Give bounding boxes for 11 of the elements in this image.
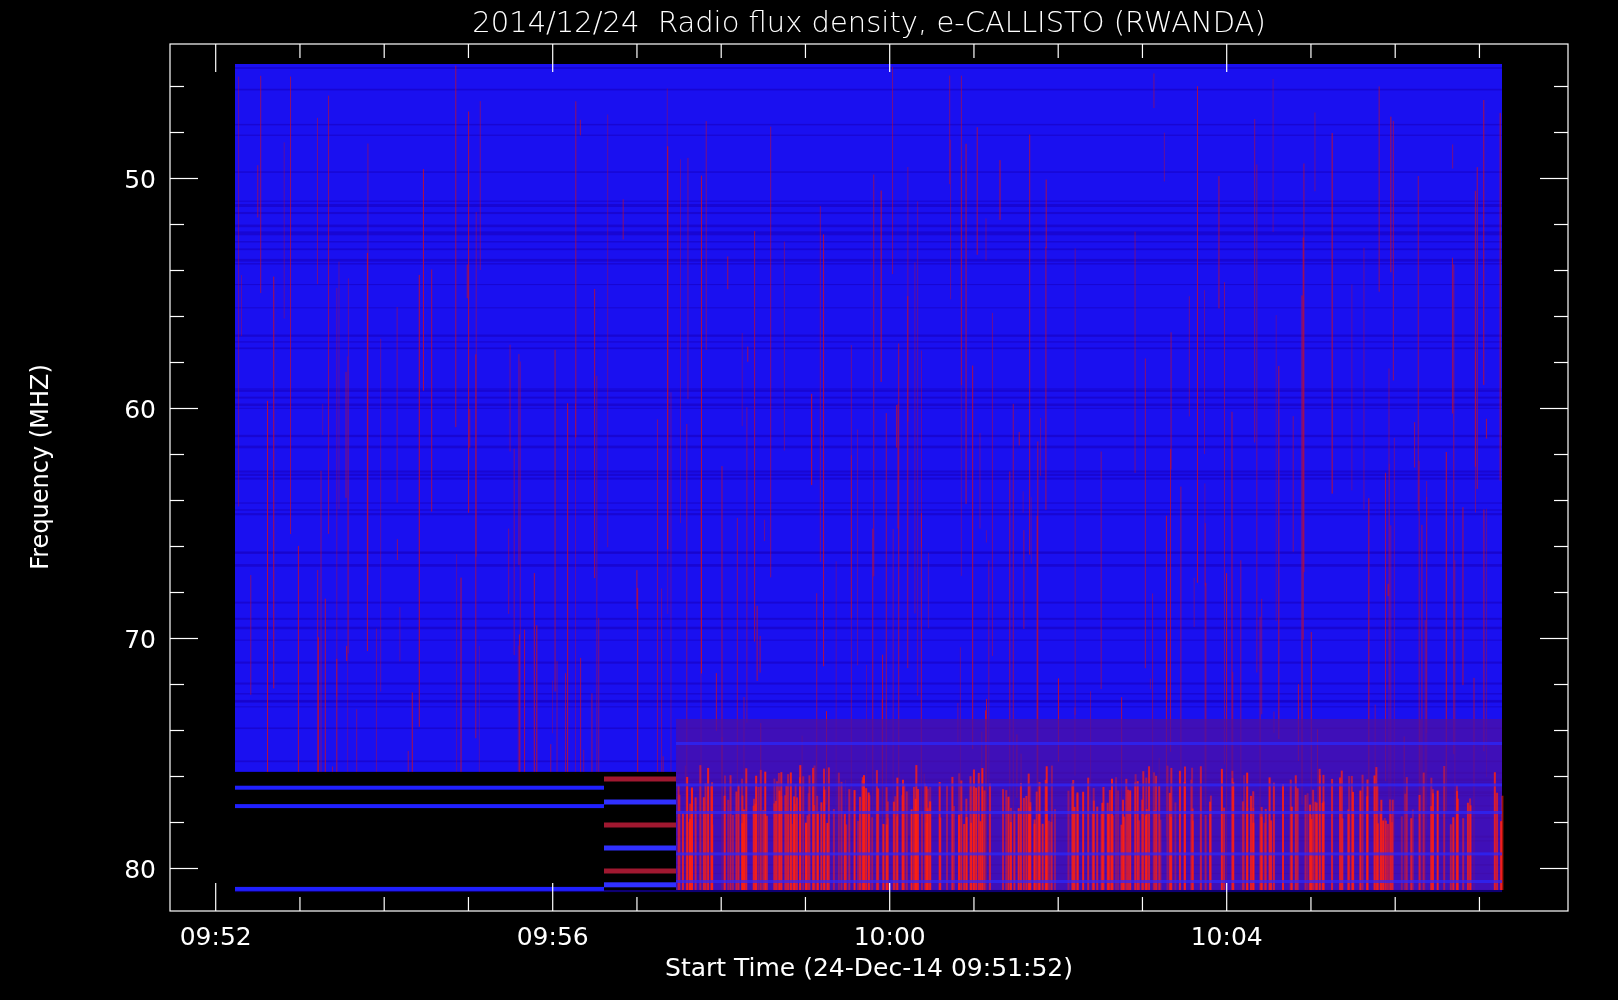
x-tick-label: 10:04	[1190, 922, 1263, 951]
x-tick-label: 09:52	[179, 922, 252, 951]
x-axis-label: Start Time (24-Dec-14 09:51:52)	[665, 953, 1073, 982]
y-tick-label: 70	[124, 624, 156, 654]
y-tick-label: 80	[124, 854, 156, 884]
chart-title: 2014/12/24 Radio flux density, e-CALLISTO (RWANDA)	[472, 4, 1266, 39]
x-tick-label: 09:56	[516, 922, 589, 951]
x-tick-label: 10:00	[853, 922, 926, 951]
y-tick-label: 60	[124, 394, 156, 424]
y-tick-label: 50	[124, 164, 156, 194]
y-axis-label: Frequency (MHZ)	[26, 364, 54, 570]
